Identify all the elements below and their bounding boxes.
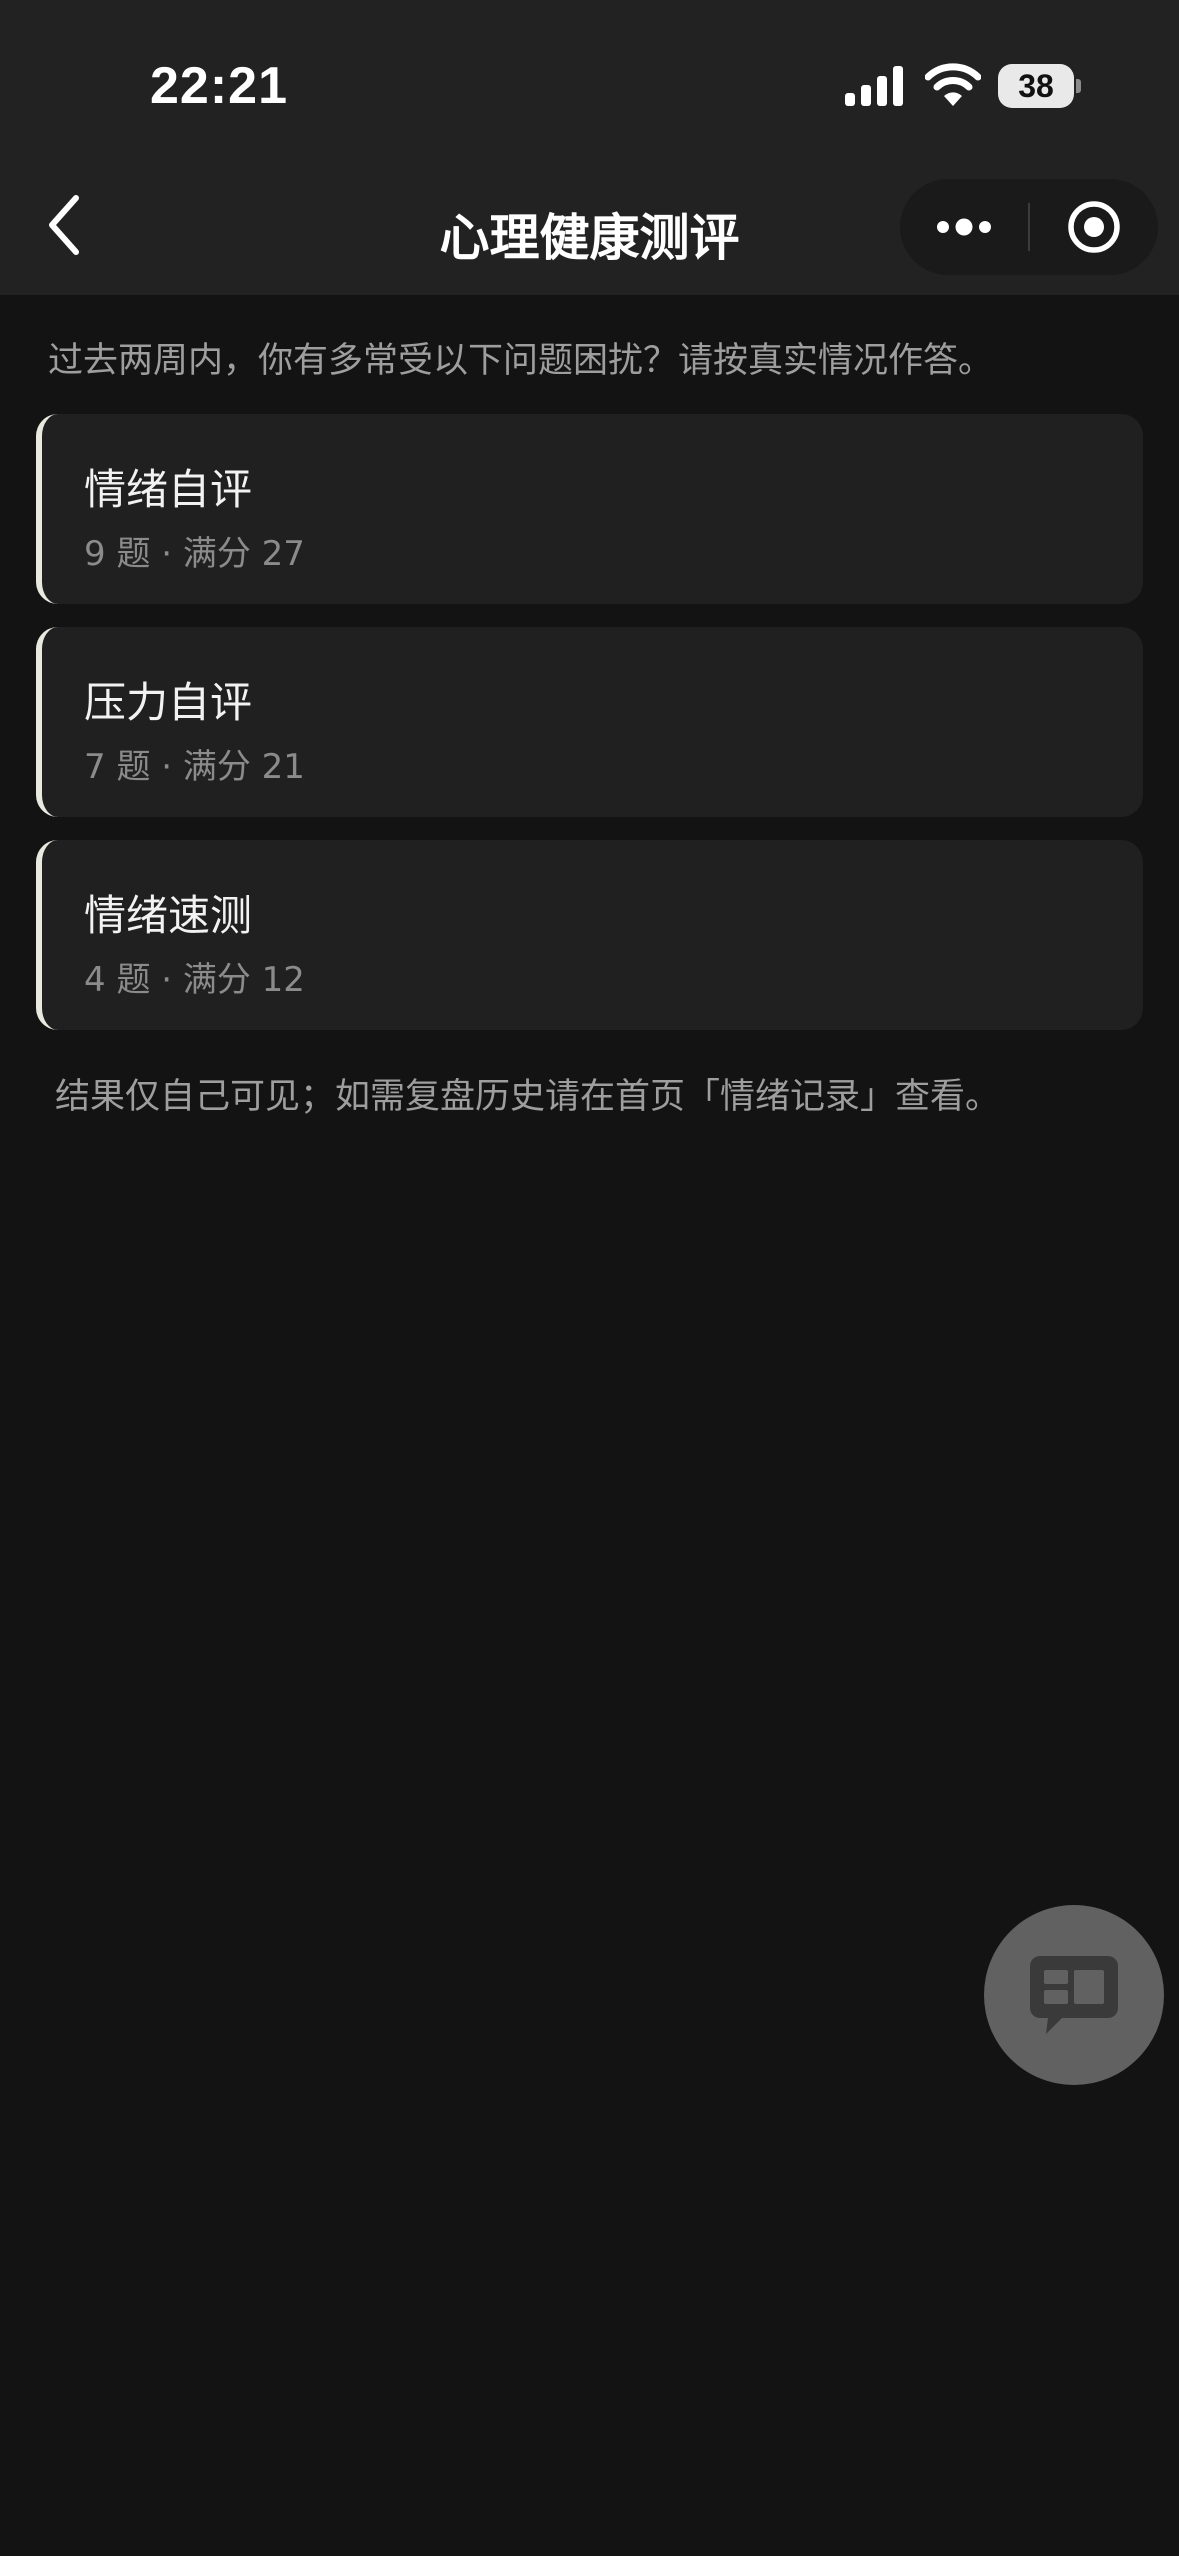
intro-text: 过去两周内，你有多常受以下问题困扰？请按真实情况作答。 [48, 341, 994, 381]
top-bar: 22:21 38 心理健康测评 [0, 0, 1179, 295]
battery-cap [1076, 79, 1081, 93]
assessment-card-stress[interactable]: 压力自评 7 题 · 满分 21 [36, 627, 1143, 817]
card-title: 情绪速测 [84, 891, 253, 940]
card-title: 压力自评 [84, 678, 253, 727]
card-title: 情绪自评 [84, 465, 253, 514]
assessment-card-mood[interactable]: 情绪自评 9 题 · 满分 27 [36, 414, 1143, 604]
card-meta: 4 题 · 满分 12 [84, 960, 305, 1000]
battery-icon: 38 [998, 64, 1082, 108]
status-time: 22:21 [150, 57, 288, 115]
wifi-icon [925, 63, 981, 106]
signal-icon [845, 66, 903, 106]
target-circle-icon [1068, 201, 1120, 253]
assessment-card-quick[interactable]: 情绪速测 4 题 · 满分 12 [36, 840, 1143, 1030]
card-meta: 9 题 · 满分 27 [84, 534, 305, 574]
battery-body: 38 [998, 64, 1074, 108]
mini-program-capsule [900, 179, 1158, 275]
more-dots-icon [937, 218, 991, 236]
close-mini-program-button[interactable] [1030, 179, 1158, 275]
chat-bubble-icon [1030, 1956, 1118, 2034]
card-meta: 7 题 · 满分 21 [84, 747, 305, 787]
floating-chat-button[interactable] [984, 1905, 1164, 2085]
more-button[interactable] [900, 179, 1028, 275]
battery-level: 38 [1018, 67, 1054, 104]
footer-note: 结果仅自己可见；如需复盘历史请在首页「情绪记录」查看。 [55, 1077, 1001, 1117]
